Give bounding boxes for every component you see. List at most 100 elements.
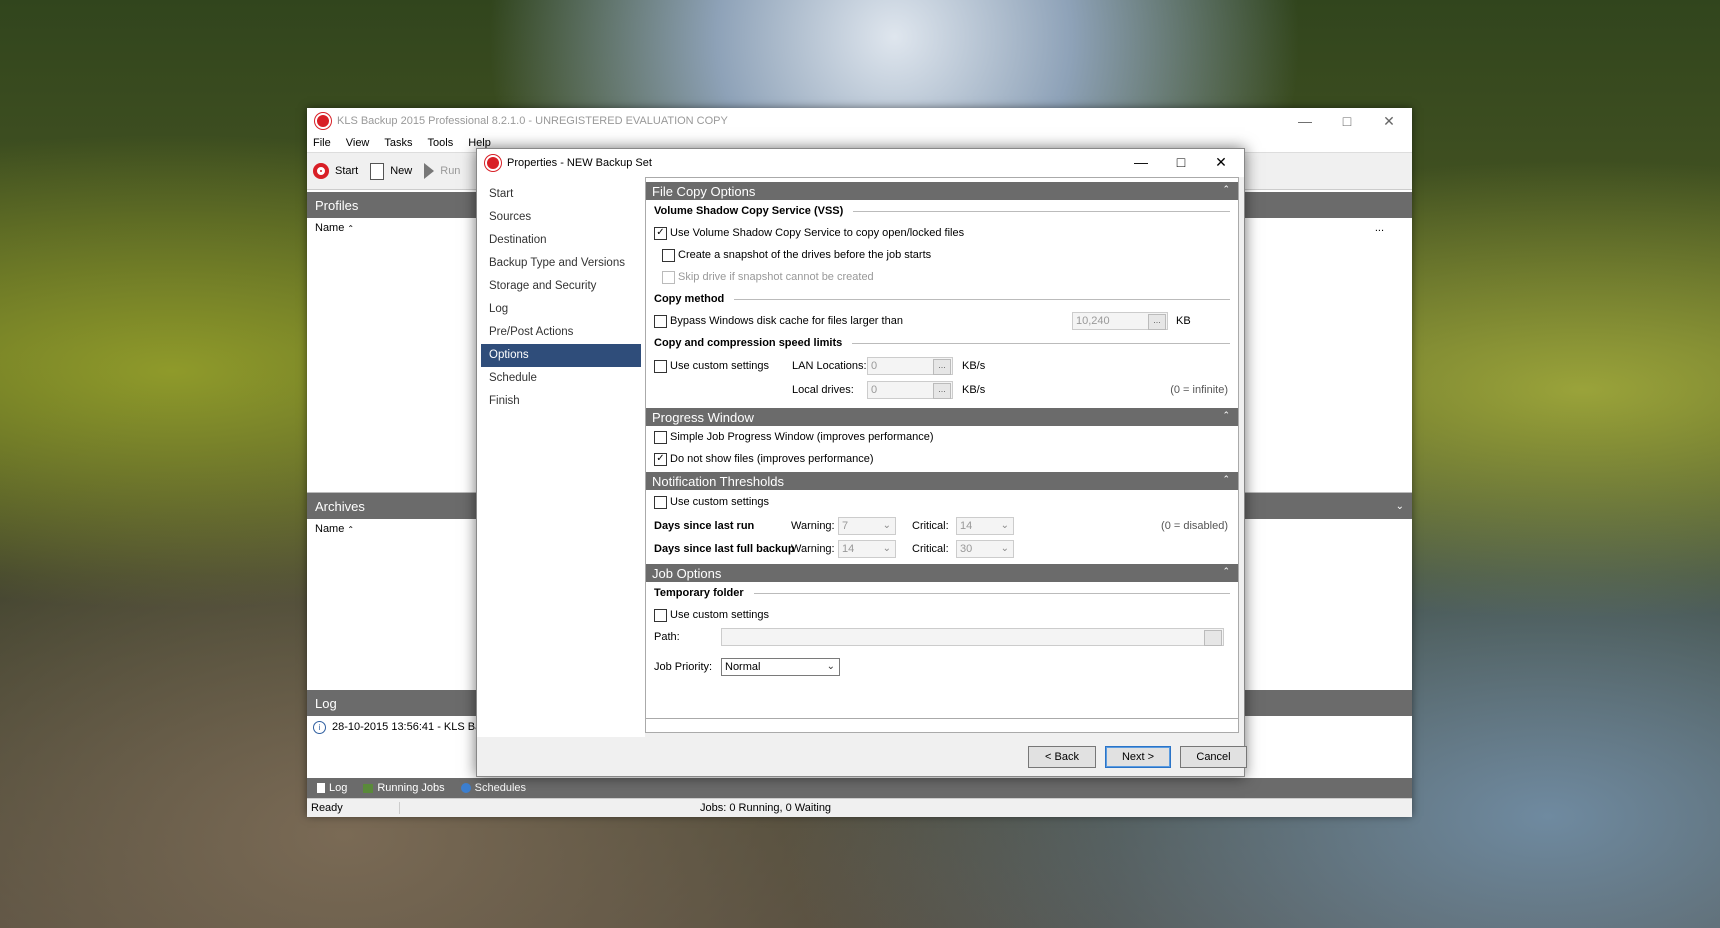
- options-nav: Start Sources Destination Backup Type an…: [477, 177, 645, 737]
- nav-destination[interactable]: Destination: [481, 229, 641, 252]
- content-divider: [646, 718, 1238, 719]
- chevron-up-icon[interactable]: ⌃: [1222, 410, 1230, 421]
- chevron-down-icon[interactable]: ⌄: [1396, 501, 1404, 512]
- dialog-maximize-icon[interactable]: □: [1160, 149, 1202, 175]
- ellipsis-button: ...: [1148, 314, 1166, 330]
- vss-group-title: Volume Shadow Copy Service (VSS): [646, 200, 1238, 222]
- back-button[interactable]: < Back: [1028, 746, 1096, 768]
- lan-label: LAN Locations:: [792, 360, 867, 372]
- notify-custom-checkbox[interactable]: Use custom settings: [646, 490, 1238, 514]
- bypass-cache-checkbox[interactable]: Bypass Windows disk cache for files larg…: [646, 310, 1238, 332]
- folder-browse-icon: [1204, 630, 1222, 646]
- skip-drive-checkbox: Skip drive if snapshot cannot be created: [646, 266, 1238, 288]
- speed-custom-row: Use custom settings LAN Locations: 0... …: [646, 354, 1238, 378]
- nav-log[interactable]: Log: [481, 298, 641, 321]
- last-full-warning-label: Warning:: [791, 542, 835, 555]
- simple-progress-checkbox[interactable]: Simple Job Progress Window (improves per…: [646, 426, 1238, 448]
- checkbox-checked[interactable]: ✓: [654, 452, 667, 466]
- start-icon: [313, 163, 329, 179]
- start-label: Start: [335, 165, 359, 177]
- last-run-label: Days since last run: [654, 519, 755, 532]
- run-label: Run: [440, 165, 461, 177]
- nav-backup-type[interactable]: Backup Type and Versions: [481, 252, 641, 275]
- local-speed-field: 0...: [867, 381, 953, 399]
- tab-running-jobs[interactable]: Running Jobs: [363, 782, 452, 794]
- running-jobs-icon: [363, 783, 374, 793]
- chevron-up-icon[interactable]: ⌃: [1222, 184, 1230, 195]
- close-icon[interactable]: ✕: [1368, 108, 1410, 134]
- progress-window-header[interactable]: Progress Window ⌃: [646, 408, 1238, 426]
- use-vss-checkbox[interactable]: ✓ Use Volume Shadow Copy Service to copy …: [646, 222, 1238, 244]
- new-button[interactable]: New: [370, 162, 413, 180]
- job-options-header[interactable]: Job Options ⌃: [646, 564, 1238, 582]
- path-row: Path:: [646, 626, 1238, 648]
- menu-file[interactable]: File: [313, 137, 331, 149]
- last-full-row: Days since last full backup Warning: 14 ⌄…: [646, 537, 1238, 560]
- ellipsis-button: ...: [933, 383, 951, 399]
- nav-storage-security[interactable]: Storage and Security: [481, 275, 641, 298]
- main-titlebar: KLS Backup 2015 Professional 8.2.1.0 - U…: [307, 108, 1412, 134]
- infinite-note: (0 = infinite): [1170, 384, 1228, 396]
- info-icon: i: [313, 720, 326, 734]
- last-full-critical-label: Critical:: [912, 542, 949, 555]
- last-run-warning-label: Warning:: [791, 519, 835, 532]
- snapshot-checkbox[interactable]: Create a snapshot of the drives before t…: [646, 244, 1238, 266]
- schedules-icon: [460, 783, 471, 793]
- speed-custom-checkbox[interactable]: [654, 359, 667, 373]
- local-kbs-unit: KB/s: [962, 384, 986, 396]
- chevron-down-icon: ⌄: [1000, 543, 1009, 554]
- kb-unit: KB: [1176, 315, 1191, 327]
- profiles-more-button[interactable]: ...: [1375, 222, 1384, 234]
- chevron-down-icon: ⌄: [826, 661, 835, 672]
- temp-folder-title: Temporary folder: [646, 582, 1238, 604]
- path-field: [721, 628, 1224, 646]
- checkbox-checked[interactable]: ✓: [654, 226, 667, 240]
- nav-schedule[interactable]: Schedule: [481, 367, 641, 390]
- last-full-warning-select[interactable]: 14 ⌄: [838, 540, 896, 558]
- options-content: File Copy Options ⌃ Volume Shadow Copy Se…: [645, 177, 1239, 733]
- last-run-warning-select[interactable]: 7 ⌄: [838, 517, 896, 535]
- dialog-close-icon[interactable]: ✕: [1200, 149, 1242, 175]
- menu-tasks[interactable]: Tasks: [384, 137, 412, 149]
- temp-custom-checkbox[interactable]: Use custom settings: [646, 604, 1238, 626]
- statusbar: Ready Jobs: 0 Running, 0 Waiting: [307, 798, 1412, 817]
- status-ready: Ready: [307, 802, 400, 814]
- nav-options[interactable]: Options: [481, 344, 641, 367]
- chevron-down-icon: ⌄: [882, 520, 891, 531]
- file-copy-options-header[interactable]: File Copy Options ⌃: [646, 182, 1238, 200]
- nav-finish[interactable]: Finish: [481, 390, 641, 413]
- last-run-row: Days since last run Warning: 7 ⌄ Critical…: [646, 514, 1238, 537]
- maximize-icon[interactable]: □: [1326, 108, 1368, 134]
- last-full-label: Days since last full backup: [654, 542, 795, 555]
- tab-schedules[interactable]: Schedules: [460, 782, 534, 794]
- chevron-up-icon[interactable]: ⌃: [1222, 474, 1230, 485]
- start-button[interactable]: Start: [313, 163, 358, 179]
- disabled-note: (0 = disabled): [1161, 519, 1228, 532]
- minimize-icon[interactable]: —: [1284, 108, 1326, 134]
- lan-speed-field: 0...: [867, 357, 953, 375]
- nav-pre-post-actions[interactable]: Pre/Post Actions: [481, 321, 641, 344]
- next-button[interactable]: Next >: [1105, 746, 1171, 768]
- nav-start[interactable]: Start: [481, 183, 641, 206]
- no-files-checkbox[interactable]: ✓ Do not show files (improves performance…: [646, 448, 1238, 470]
- local-drives-row: Local drives: 0... KB/s (0 = infinite): [646, 378, 1238, 402]
- main-window-title: KLS Backup 2015 Professional 8.2.1.0 - U…: [337, 115, 728, 127]
- menu-tools[interactable]: Tools: [428, 137, 454, 149]
- last-full-critical-select[interactable]: 30 ⌄: [956, 540, 1014, 558]
- run-button[interactable]: Run: [424, 163, 460, 179]
- dialog-minimize-icon[interactable]: —: [1120, 149, 1162, 175]
- last-run-critical-label: Critical:: [912, 519, 949, 532]
- menu-view[interactable]: View: [346, 137, 370, 149]
- speed-limits-title: Copy and compression speed limits: [646, 332, 1238, 354]
- notification-thresholds-header[interactable]: Notification Thresholds ⌃: [646, 472, 1238, 490]
- nav-sources[interactable]: Sources: [481, 206, 641, 229]
- tab-log[interactable]: Log: [317, 782, 355, 794]
- priority-row: Job Priority: Normal ⌄: [646, 656, 1238, 678]
- chevron-up-icon[interactable]: ⌃: [1222, 566, 1230, 577]
- new-label: New: [390, 165, 413, 177]
- cancel-button[interactable]: Cancel: [1180, 746, 1247, 768]
- last-run-critical-select[interactable]: 14 ⌄: [956, 517, 1014, 535]
- path-label: Path:: [654, 631, 680, 643]
- dialog-titlebar: Properties - NEW Backup Set — □ ✕: [477, 149, 1244, 177]
- priority-select[interactable]: Normal ⌄: [721, 658, 840, 676]
